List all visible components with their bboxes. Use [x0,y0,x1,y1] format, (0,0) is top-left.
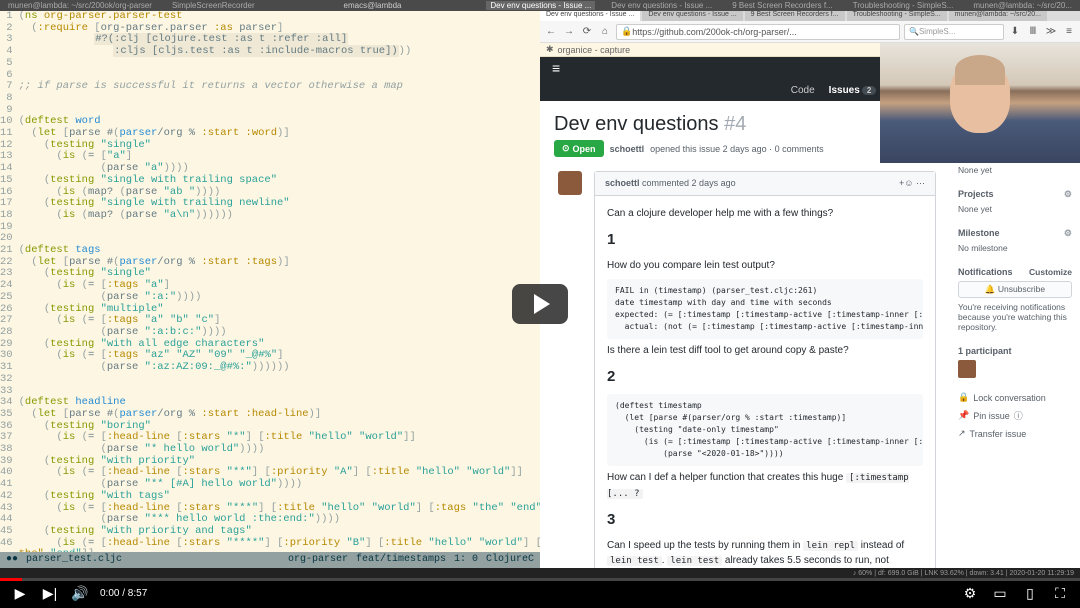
sidebar-milestone[interactable]: Milestone [958,228,1000,239]
unsubscribe-button[interactable]: 🔔 Unsubscribe [958,281,1072,298]
browser-tabstrip: Dev env questions - Issue ... Dev env qu… [540,11,1080,21]
issue-number: #4 [724,113,746,135]
os-titlebar: munen@lambda: ~/src/200ok/org-parser Sim… [0,0,1080,11]
address-bar: ← → ⟳ ⌂ 🔒 https://github.com/200ok-ch/or… [540,21,1080,43]
gear-icon[interactable]: ⚙ [1064,189,1072,200]
sidebar-participants: 1 participant [958,346,1072,356]
extension-label: organice - capture [558,45,631,55]
emacs-modeline: ●● parser_test.cljc org-parser feat/time… [0,552,540,568]
nav-issues[interactable]: Issues2 [829,85,877,96]
os-statusbar: ♪ 60% | df: 699.0 GiB | LNK 93.62% | dow… [0,568,1080,578]
issue-sidebar: Assignees⚙ No one—assign yourself Labels… [950,101,1080,568]
code-area[interactable]: 1 2 3 4 5 6 7 8 9 10 11 12 13 14 15 16 1… [0,11,540,552]
taskbar-tab[interactable]: Dev env questions - Issue ... [607,1,716,10]
reload-icon[interactable]: ⟳ [580,25,594,39]
issue-meta: ⊙ Open schoettl opened this issue 2 days… [554,140,936,157]
menu-icon[interactable]: ≡ [1062,25,1076,39]
issue-main: Dev env questions #4 ⊙ Open schoettl ope… [540,101,950,568]
fullscreen-icon[interactable]: ⛶ [1050,585,1070,602]
taskbar-tab[interactable]: munen@lambda: ~/src/200ok/org-parser [4,1,156,10]
sidebar-projects[interactable]: Projects [958,189,994,200]
hamburger-icon[interactable]: ≡ [552,60,560,76]
browser-tab[interactable]: munen@lambda: ~/src/20... [949,11,1047,21]
issue-author[interactable]: schoettl [610,144,645,154]
open-badge: ⊙ Open [554,140,604,157]
section-heading: 1 [607,229,923,252]
browser-tab[interactable]: 9 Best Screen Recorders f... [745,11,845,21]
avatar[interactable] [558,171,582,195]
statusbar-right: ♪ 60% | df: 699.0 GiB | LNK 93.62% | dow… [853,570,1074,577]
lock-conversation-link[interactable]: 🔒 Lock conversation [958,392,1072,403]
pin-issue-link[interactable]: 📌 Pin issue ⓘ [958,409,1072,422]
bookmarks-icon[interactable]: Ⅲ [1026,25,1040,39]
video-controls: ▶ ▶| 🔊 0:00 / 8:57 ⚙ ▭ ▯ ⛶ [0,578,1080,608]
home-icon[interactable]: ⌂ [598,25,612,39]
search-input[interactable]: 🔍 SimpleS... [904,24,1004,40]
comment-actions[interactable]: +☺ ⋯ [899,178,925,189]
section-heading: 3 [607,509,923,532]
issue-title: Dev env questions #4 [554,113,936,136]
modeline-feat: feat/timestamps [356,554,446,566]
browser-tab[interactable]: Troubleshooting - SimpleS... [847,11,947,21]
emacs-editor[interactable]: 1 2 3 4 5 6 7 8 9 10 11 12 13 14 15 16 1… [0,11,540,568]
webcam-overlay [880,43,1080,163]
sidebar-notifications: Notifications [958,267,1013,277]
code-block: FAIL in (timestamp) (parser_test.cljc:26… [607,279,923,339]
section-heading: 2 [607,366,923,389]
taskbar-tab[interactable]: munen@lambda: ~/src/20... [969,1,1076,10]
presenter-face [950,63,1010,133]
comment-author[interactable]: schoettl [605,178,640,188]
modeline-file: parser_test.cljc [26,554,122,566]
comment-header: schoettl commented 2 days ago +☺ ⋯ [595,172,935,196]
taskbar-tab[interactable]: Dev env questions - Issue ... [486,1,595,10]
taskbar-tab[interactable]: 9 Best Screen Recorders f... [728,1,837,10]
customize-link[interactable]: Customize [1029,267,1072,277]
comment-body: Can a clojure developer help me with a f… [595,196,935,568]
next-icon[interactable]: ▶| [40,585,60,602]
url-input[interactable]: 🔒 https://github.com/200ok-ch/org-parser… [616,24,900,40]
overflow-icon[interactable]: ≫ [1044,25,1058,39]
code-block: (deftest timestamp (let [parse #(parser/… [607,394,923,466]
download-icon[interactable]: ⬇ [1008,25,1022,39]
browser-tab[interactable]: Dev env questions - Issue ... [642,11,742,21]
participant-avatar[interactable] [958,360,976,378]
back-icon[interactable]: ← [544,25,558,39]
video-time: 0:00 / 8:57 [100,588,147,599]
taskbar-tab[interactable]: Troubleshooting - SimpleS... [849,1,958,10]
line-numbers: 1 2 3 4 5 6 7 8 9 10 11 12 13 14 15 16 1… [0,11,19,552]
miniplayer-icon[interactable]: ▭ [990,585,1010,602]
modeline-pos: 1: 0 [454,554,478,566]
browser-tab[interactable]: Dev env questions - Issue ... [540,11,640,21]
forward-icon[interactable]: → [562,25,576,39]
code-content[interactable]: (ns org-parser.parser-test (:require [or… [19,11,540,552]
play-button[interactable] [512,284,568,324]
organice-icon: ✱ [546,44,554,55]
theater-icon[interactable]: ▯ [1020,585,1040,602]
modeline-mode: ClojureC [486,554,534,566]
taskbar-tab[interactable]: SimpleScreenRecorder [168,1,259,10]
play-icon[interactable]: ▶ [10,585,30,602]
transfer-issue-link[interactable]: ↗ Transfer issue [958,428,1072,439]
gear-icon[interactable]: ⚙ [1064,228,1072,239]
modeline-branch: org-parser [288,554,348,566]
progress-bar[interactable] [0,578,1080,581]
volume-icon[interactable]: 🔊 [70,585,90,602]
window-title: emacs@lambda [271,1,475,10]
nav-code[interactable]: Code [791,85,815,96]
settings-icon[interactable]: ⚙ [960,585,980,602]
comment-box: schoettl commented 2 days ago +☺ ⋯ Can a… [594,171,936,568]
